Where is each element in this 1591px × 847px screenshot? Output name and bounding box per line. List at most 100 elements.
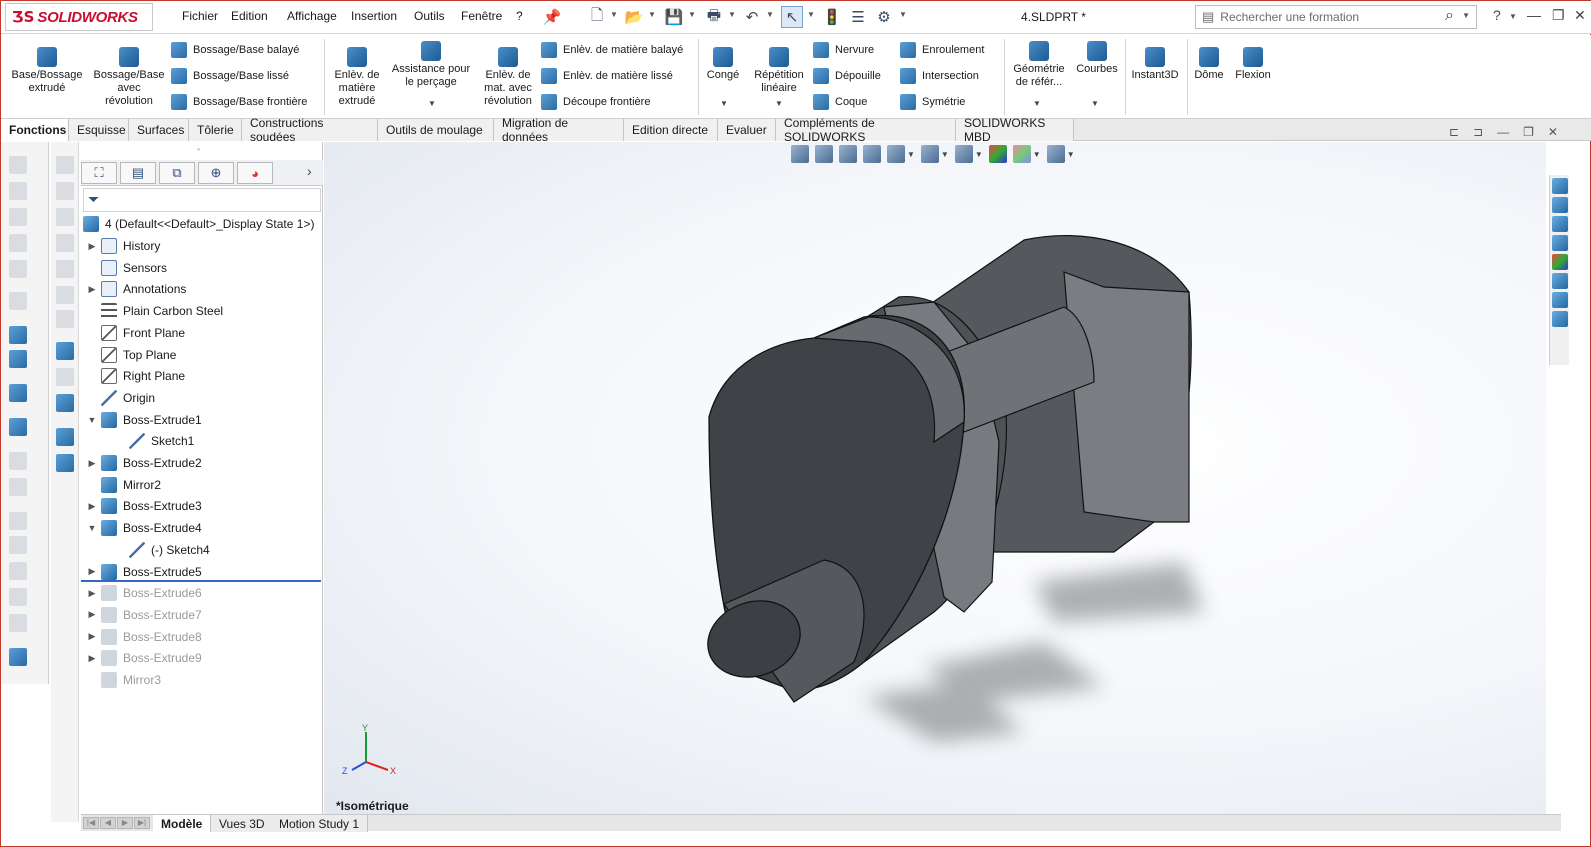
rebuild-traffic-light-icon[interactable]: 🚦 [821,6,843,28]
tree-item[interactable]: ▶ Boss-Extrude9 [87,648,202,668]
new-dropdown-icon[interactable]: ▼ [610,10,618,19]
linear-pattern-button[interactable]: Répétition linéaire [749,47,809,95]
tab-esquisse[interactable]: Esquisse [69,119,129,141]
tree-root[interactable]: 4 (Default<<Default>_Display State 1>) [83,214,314,234]
tab-outils-de-moulage[interactable]: Outils de moulage [378,119,494,141]
boundary-boss-button[interactable]: Bossage/Base frontière [171,94,307,110]
toolbar-icon[interactable] [56,156,74,174]
design-library-icon[interactable] [1552,197,1568,213]
expand-arrow-icon[interactable]: ▶ [87,284,97,295]
boundary-cut-button[interactable]: Découpe frontière [541,94,650,110]
tab-constructions-soudees[interactable]: Constructions soudées [242,116,378,144]
fillet-button[interactable]: Congé [701,47,745,82]
pin-icon[interactable]: 📌 [541,6,563,28]
close-icon[interactable]: ✕ [1574,7,1586,24]
tree-item[interactable]: Plain Carbon Steel [87,301,223,321]
undo-icon[interactable]: ↶ [741,6,763,28]
toolbar-icon[interactable] [56,260,74,278]
tree-item[interactable]: Mirror2 [87,475,161,495]
select-cursor-icon[interactable]: ↖ [781,6,803,28]
new-document-icon[interactable]: 🗋 [586,6,608,28]
toolbar-icon[interactable] [9,588,27,606]
previous-view-icon[interactable] [839,145,857,163]
expand-arrow-icon[interactable]: ▶ [87,609,97,620]
tab-migration-de-donnees[interactable]: Migration de données [494,116,624,144]
tree-item[interactable]: ▶ Boss-Extrude6 [87,583,202,603]
displaymanager-tab-icon[interactable]: ◕ [237,162,273,184]
open-folder-icon[interactable]: 📂 [623,6,645,28]
doc-restore-icon[interactable]: ❐ [1523,125,1534,139]
tree-item[interactable]: Right Plane [87,366,185,386]
expand-arrow-icon[interactable]: ▶ [87,631,97,642]
tab-vues-3d[interactable]: Vues 3D [211,815,274,832]
fillet-dropdown-icon[interactable]: ▼ [720,99,728,108]
tree-item[interactable]: ▼ Boss-Extrude4 [87,518,202,538]
tree-item[interactable]: ▶ Annotations [87,279,186,299]
tree-item[interactable]: ▶ Boss-Extrude8 [87,627,202,647]
revolved-boss-button[interactable]: Bossage/Base avec révolution [89,47,169,108]
tile-left-icon[interactable]: ⊏ [1449,125,1459,139]
restore-icon[interactable]: ❐ [1552,7,1565,24]
tree-item[interactable]: ▼ Boss-Extrude1 [87,410,202,430]
reference-geometry-dropdown-icon[interactable]: ▼ [1033,99,1041,108]
feature-filter[interactable]: ⏷ [83,188,321,212]
toolbar-icon[interactable] [56,182,74,200]
expand-arrow-icon[interactable]: ▶ [87,653,97,664]
tree-item[interactable]: ▶ Boss-Extrude5 [87,562,202,582]
menu-insertion[interactable]: Insertion [351,9,397,23]
custom-properties-icon[interactable] [1552,273,1568,289]
revolved-cut-button[interactable]: Enlèv. de mat. avec révolution [477,47,539,108]
linear-pattern-dropdown-icon[interactable]: ▼ [775,99,783,108]
display-style-icon[interactable] [954,145,973,163]
toolbar-icon[interactable] [9,562,27,580]
menu-fichier[interactable]: Fichier [182,9,218,23]
curves-dropdown-icon[interactable]: ▼ [1091,99,1099,108]
expand-arrow-icon[interactable]: ▶ [87,501,97,512]
panel-grip-icon[interactable]: ◦ [197,144,200,154]
toolbar-icon[interactable] [56,208,74,226]
tab-modele[interactable]: Modèle [153,815,212,832]
view-palette-icon[interactable] [1552,235,1568,251]
save-icon[interactable]: 💾 [663,6,685,28]
mirror-button[interactable]: Symétrie [900,94,965,110]
configurationmanager-tab-icon[interactable]: ⧉ [159,162,195,184]
draft-button[interactable]: Dépouille [813,68,881,84]
expand-arrow-icon[interactable]: ▶ [87,588,97,599]
doc-minimize-icon[interactable]: — [1497,125,1509,139]
toolbar-icon[interactable] [9,536,27,554]
solidworks-logo[interactable]: ƷS SOLIDWORKS [5,3,153,31]
dimxpert-tab-icon[interactable]: ⊕ [198,162,234,184]
menu-fenetre[interactable]: Fenêtre [461,9,502,23]
open-dropdown-icon[interactable]: ▼ [648,10,656,19]
graphics-area[interactable]: Y X Z [324,142,1546,814]
tab-edition-directe[interactable]: Edition directe [624,119,718,141]
toolbar-icon[interactable] [56,310,74,328]
expand-arrow-icon[interactable]: ▶ [87,458,97,469]
display-icon[interactable] [56,394,74,412]
rib-button[interactable]: Nervure [813,42,874,58]
zoom-to-area-icon[interactable] [815,145,833,163]
minimize-icon[interactable]: — [1527,7,1541,23]
last-tab-icon[interactable]: ▶| [134,817,150,829]
file-explorer-icon[interactable] [1552,216,1568,232]
part-model-view[interactable] [324,142,1546,814]
curves-button[interactable]: Courbes [1071,41,1123,76]
propertymanager-tab-icon[interactable]: ▤ [120,162,156,184]
apply-scene-icon[interactable] [1012,145,1031,163]
forum-icon[interactable] [1552,292,1568,308]
search-box[interactable]: ▤ Rechercher une formation ⌕ ▼ [1195,5,1477,29]
help-dropdown-icon[interactable]: ▼ [1509,12,1517,21]
tree-item[interactable]: ▶ Boss-Extrude2 [87,453,202,473]
save-dropdown-icon[interactable]: ▼ [688,10,696,19]
swept-boss-button[interactable]: Bossage/Base balayé [171,42,299,58]
menu-help[interactable]: ? [516,9,523,23]
expand-arrow-icon[interactable]: ▶ [87,241,97,252]
filter-icon[interactable]: ⏷ [88,191,99,208]
tab-fonctions[interactable]: Fonctions [1,119,69,141]
swept-cut-button[interactable]: Enlèv. de matière balayé [541,42,683,58]
flex-button[interactable]: Flexion [1229,47,1277,82]
view-icon[interactable] [56,454,74,472]
tile-right-icon[interactable]: ⊐ [1473,125,1483,139]
tree-item[interactable]: ▶ Boss-Extrude7 [87,605,202,625]
toolbar-icon[interactable] [56,368,74,386]
